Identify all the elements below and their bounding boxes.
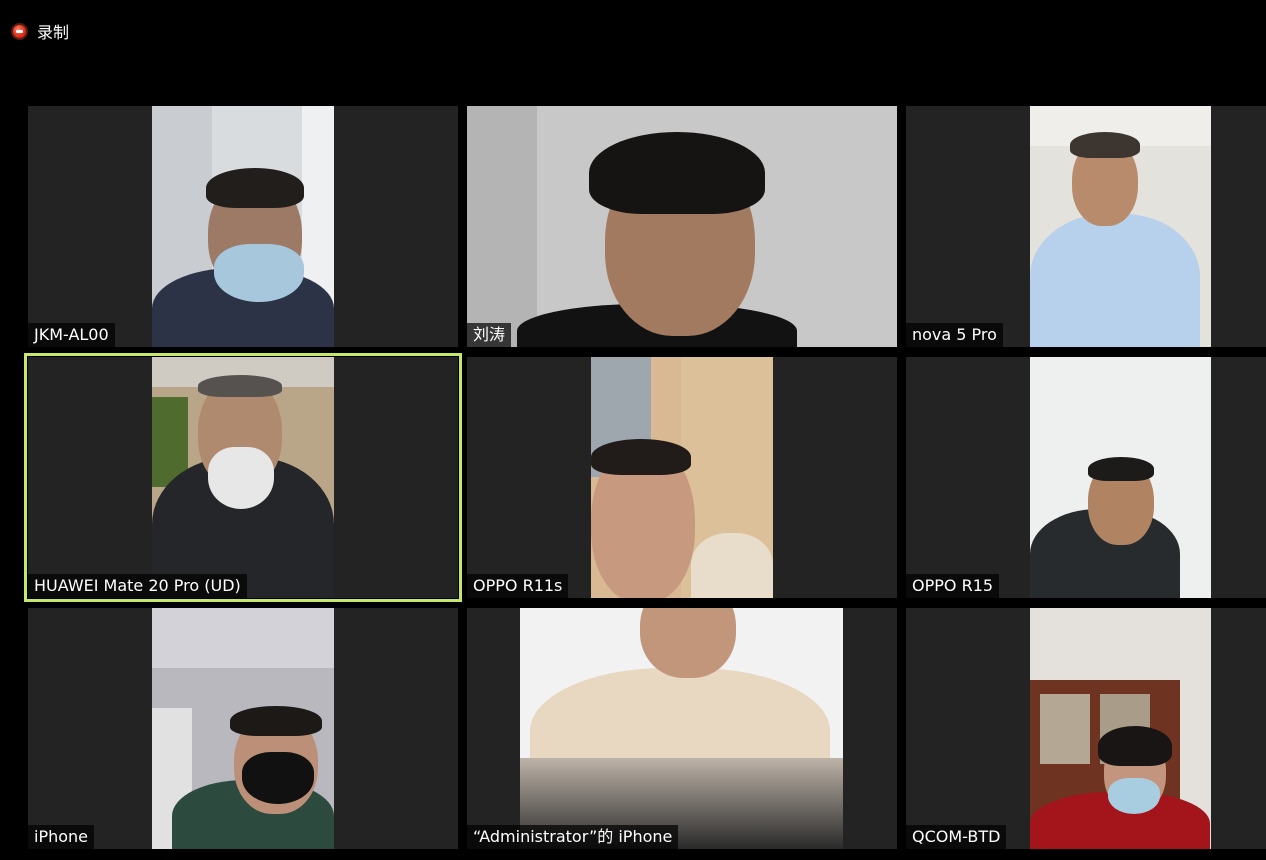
participant-video xyxy=(1030,357,1211,598)
participant-video xyxy=(152,357,334,598)
participant-video xyxy=(1030,608,1211,849)
participant-name: “Administrator”的 iPhone xyxy=(467,825,679,849)
participant-tile[interactable]: OPPO R11s xyxy=(467,357,897,598)
participant-tile[interactable]: JKM-AL00 xyxy=(28,106,458,347)
participant-name: OPPO R15 xyxy=(906,574,1000,598)
participant-video xyxy=(467,106,897,347)
participant-tile[interactable]: QCOM-BTD xyxy=(906,608,1266,849)
participant-name: JKM-AL00 xyxy=(28,323,115,347)
participant-tile-active[interactable]: HUAWEI Mate 20 Pro (UD) xyxy=(24,353,462,602)
participant-tile[interactable]: “Administrator”的 iPhone xyxy=(467,608,897,849)
participant-tile[interactable]: iPhone xyxy=(28,608,458,849)
participant-name: HUAWEI Mate 20 Pro (UD) xyxy=(28,574,247,598)
participant-name: 刘涛 xyxy=(467,323,512,347)
participant-name: nova 5 Pro xyxy=(906,323,1003,347)
participant-video xyxy=(520,608,843,849)
participant-tile[interactable]: 刘涛 xyxy=(467,106,897,347)
participant-video xyxy=(1030,106,1211,347)
participant-video xyxy=(152,608,334,849)
participant-name: QCOM-BTD xyxy=(906,825,1007,849)
participant-name: iPhone xyxy=(28,825,95,849)
participant-tile[interactable]: OPPO R15 xyxy=(906,357,1266,598)
participant-name: OPPO R11s xyxy=(467,574,569,598)
participant-video xyxy=(591,357,773,598)
participant-tile[interactable]: nova 5 Pro xyxy=(906,106,1266,347)
video-gallery: JKM-AL00 刘涛 nova 5 Pro HUAWEI Mate 20 Pr… xyxy=(0,0,1266,860)
participant-video xyxy=(152,106,334,347)
